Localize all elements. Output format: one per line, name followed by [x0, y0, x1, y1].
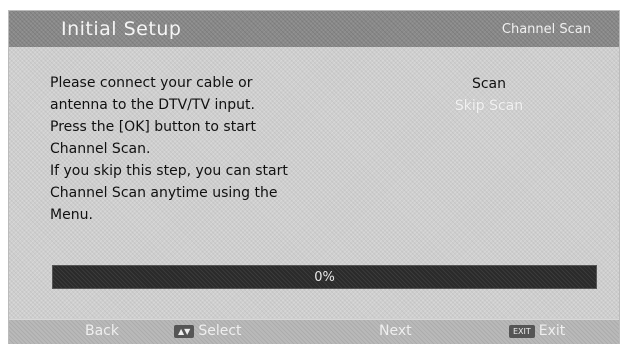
instruction-line: If you skip this step, you can start	[50, 163, 288, 179]
scan-progress-bar: 0%	[52, 265, 597, 289]
instruction-line: Press the [OK] button to start	[50, 119, 257, 135]
scan-option[interactable]: Scan	[449, 73, 529, 95]
back-hint[interactable]: Back	[85, 323, 119, 339]
up-down-arrows-icon: ▲▼	[174, 324, 195, 338]
scan-options: Scan Skip Scan	[449, 73, 529, 117]
section-title: Channel Scan	[501, 22, 591, 37]
exit-key-icon: EXIT	[509, 324, 535, 338]
setup-screen: Initial Setup Channel Scan Please connec…	[8, 10, 620, 344]
instructions-text: Please connect your cable or antenna to …	[50, 72, 350, 226]
instruction-line: Channel Scan anytime using the	[50, 185, 278, 201]
header-bar: Initial Setup Channel Scan	[9, 11, 619, 47]
select-hint: ▲▼ Select	[174, 323, 242, 339]
progress-label: 0%	[314, 269, 335, 285]
instruction-line: antenna to the DTV/TV input.	[50, 97, 255, 113]
footer-bar: Back ▲▼ Select Next EXIT Exit	[9, 319, 619, 344]
instruction-line: Channel Scan.	[50, 141, 151, 157]
exit-label: Exit	[538, 323, 566, 339]
exit-hint[interactable]: EXIT Exit	[509, 323, 565, 339]
instruction-line: Please connect your cable or	[50, 75, 253, 91]
instruction-line: Menu.	[50, 207, 93, 223]
select-label: Select	[198, 323, 242, 339]
back-label: Back	[85, 323, 119, 339]
skip-scan-option[interactable]: Skip Scan	[449, 95, 529, 117]
next-hint[interactable]: Next	[379, 323, 412, 339]
next-label: Next	[379, 323, 412, 339]
page-title: Initial Setup	[61, 18, 182, 40]
